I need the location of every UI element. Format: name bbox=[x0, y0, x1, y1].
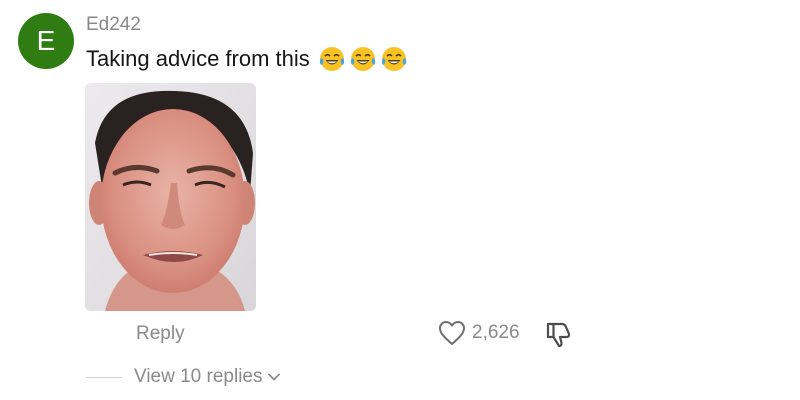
emoji-group bbox=[318, 45, 408, 73]
view-replies-button[interactable]: View 10 replies bbox=[134, 366, 281, 388]
thumbs-down-icon bbox=[546, 322, 571, 348]
face-with-tears-of-joy-icon bbox=[350, 47, 375, 71]
comment-body: Taking advice from this bbox=[86, 46, 310, 71]
username[interactable]: Ed242 bbox=[86, 14, 141, 36]
face-with-tears-of-joy-icon bbox=[319, 47, 344, 71]
dislike-button[interactable] bbox=[543, 319, 573, 349]
replies-divider bbox=[86, 377, 122, 378]
avatar[interactable]: E bbox=[18, 13, 74, 69]
comment-text: Taking advice from this bbox=[86, 45, 408, 73]
face-with-tears-of-joy-icon bbox=[381, 47, 406, 71]
like-count: 2,626 bbox=[472, 322, 520, 343]
like-button[interactable]: 2,626 bbox=[438, 320, 520, 346]
face-photo-image bbox=[85, 83, 256, 311]
attached-photo[interactable] bbox=[85, 83, 256, 311]
avatar-letter: E bbox=[36, 25, 56, 56]
reply-button[interactable]: Reply bbox=[136, 323, 185, 345]
heart-outline-icon bbox=[439, 321, 465, 345]
view-replies-label: View 10 replies bbox=[134, 366, 263, 387]
comment-item: E Ed242 Taking advice from this Reply 2,… bbox=[0, 0, 800, 400]
chevron-down-icon bbox=[267, 373, 280, 381]
